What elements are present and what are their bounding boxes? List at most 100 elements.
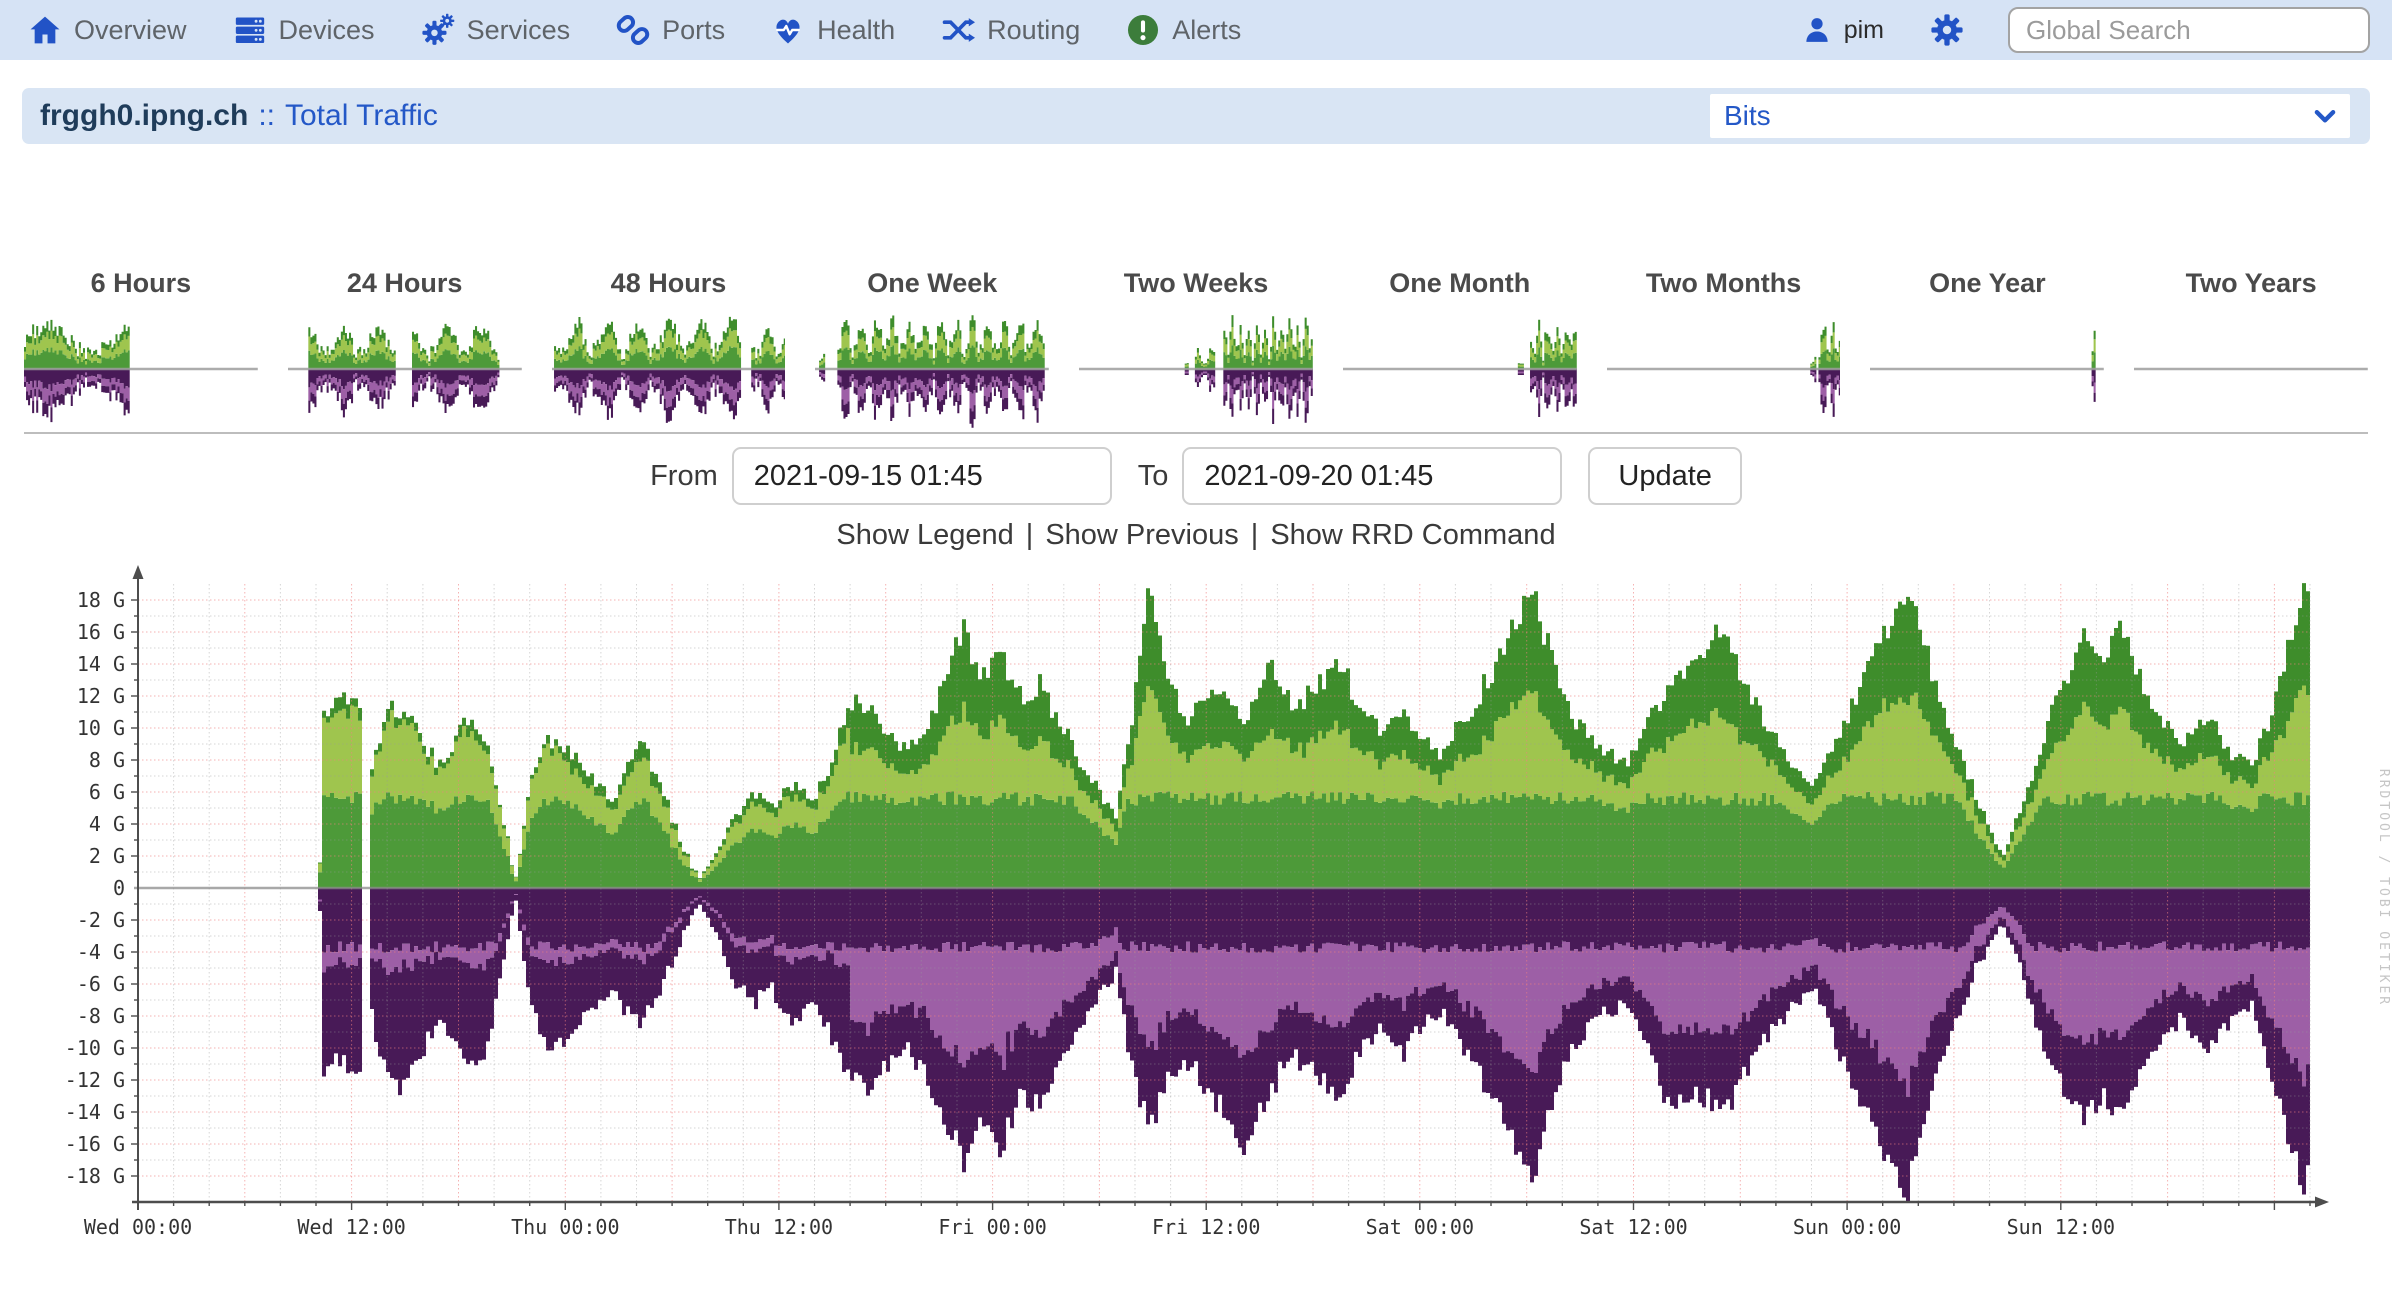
- nav-item-overview[interactable]: Overview: [28, 13, 187, 47]
- time-range-label: Two Years: [2134, 268, 2368, 299]
- graph-links-separator: |: [1251, 519, 1259, 551]
- svg-text:-18 G: -18 G: [65, 1164, 125, 1188]
- graph-title-text: frggh0.ipng.ch :: Total Traffic: [40, 99, 438, 133]
- svg-text:Wed 12:00: Wed 12:00: [297, 1215, 405, 1239]
- graph-title-bar: frggh0.ipng.ch :: Total Traffic Bits: [22, 88, 2370, 144]
- time-range-label: Two Weeks: [1079, 268, 1313, 299]
- svg-text:Sun 00:00: Sun 00:00: [1793, 1215, 1901, 1239]
- svg-text:-14 G: -14 G: [65, 1100, 125, 1124]
- nav-item-label: Overview: [74, 15, 187, 46]
- ports-icon: [616, 13, 650, 47]
- time-range-label: 6 Hours: [24, 268, 258, 299]
- svg-text:0: 0: [113, 876, 125, 900]
- nav-user[interactable]: pim: [1802, 15, 1884, 45]
- nav-item-alerts[interactable]: Alerts: [1126, 13, 1241, 47]
- traffic-graph: 18 G 16 G 14 G 12 G 10 G 8 G 6 G 4 G 2 G 0 -2 G -4 …: [0, 558, 2392, 1248]
- to-label: To: [1138, 460, 1169, 493]
- show-previous-link[interactable]: Show Previous: [1045, 519, 1238, 551]
- svg-text:6 G: 6 G: [89, 780, 125, 804]
- to-date-input[interactable]: [1182, 447, 1562, 505]
- routing-icon: [941, 13, 975, 47]
- home-icon: [28, 13, 62, 47]
- units-select[interactable]: Bits: [1710, 94, 2350, 138]
- date-range-controls: From To Update: [0, 447, 2392, 505]
- time-range-two-years[interactable]: Two Years: [2134, 268, 2368, 432]
- rrdtool-watermark: RRDTOOL / TOBI OETIKER: [2376, 769, 2391, 1007]
- user-icon: [1802, 15, 1832, 45]
- svg-text:14 G: 14 G: [77, 652, 125, 676]
- svg-text:-12 G: -12 G: [65, 1068, 125, 1092]
- time-range-label: 48 Hours: [552, 268, 786, 299]
- svg-text:Thu 12:00: Thu 12:00: [725, 1215, 833, 1239]
- svg-text:-2 G: -2 G: [77, 908, 125, 932]
- time-range-24-hours[interactable]: 24 Hours: [288, 268, 522, 432]
- nav-item-services[interactable]: Services: [421, 13, 571, 47]
- svg-text:Sat 12:00: Sat 12:00: [1579, 1215, 1687, 1239]
- svg-text:Fri 12:00: Fri 12:00: [1152, 1215, 1260, 1239]
- svg-text:16 G: 16 G: [77, 620, 125, 644]
- devices-icon: [233, 13, 267, 47]
- svg-text:-16 G: -16 G: [65, 1132, 125, 1156]
- nav-item-ports[interactable]: Ports: [616, 13, 725, 47]
- svg-text:10 G: 10 G: [77, 716, 125, 740]
- chevron-down-icon: [2312, 103, 2338, 129]
- nav-right: pim: [1802, 7, 2370, 53]
- svg-text:-8 G: -8 G: [77, 1004, 125, 1028]
- svg-text:Thu 00:00: Thu 00:00: [511, 1215, 619, 1239]
- nav-item-label: Alerts: [1172, 15, 1241, 46]
- svg-text:Fri 00:00: Fri 00:00: [938, 1215, 1046, 1239]
- time-range-label: One Year: [1870, 268, 2104, 299]
- settings-gear-icon[interactable]: [1930, 13, 1964, 47]
- svg-text:8 G: 8 G: [89, 748, 125, 772]
- graph-links-separator: |: [1026, 519, 1034, 551]
- nav-item-routing[interactable]: Routing: [941, 13, 1080, 47]
- time-range-6-hours[interactable]: 6 Hours: [24, 268, 258, 432]
- svg-text:-10 G: -10 G: [65, 1036, 125, 1060]
- time-range-label: One Month: [1343, 268, 1577, 299]
- svg-text:-4 G: -4 G: [77, 940, 125, 964]
- services-icon: [421, 13, 455, 47]
- time-range-label: One Week: [815, 268, 1049, 299]
- nav-item-health[interactable]: Health: [771, 13, 895, 47]
- svg-text:18 G: 18 G: [77, 588, 125, 612]
- nav-item-label: Routing: [987, 15, 1080, 46]
- svg-text:Sun 12:00: Sun 12:00: [2007, 1215, 2115, 1239]
- show-legend-link[interactable]: Show Legend: [836, 519, 1013, 551]
- user-name: pim: [1844, 16, 1884, 45]
- time-range-two-months[interactable]: Two Months: [1607, 268, 1841, 432]
- time-range-label: Two Months: [1607, 268, 1841, 299]
- navbar: Overview Devices Services Ports Health Routin…: [0, 0, 2392, 60]
- svg-text:Wed 00:00: Wed 00:00: [84, 1215, 192, 1239]
- graph-area: 18 G 16 G 14 G 12 G 10 G 8 G 6 G 4 G 2 G 0 -2 G -4 …: [0, 558, 2392, 1248]
- time-range-thumbnails: 6 Hours 24 Hours 48 Hours One Week Two Weeks…: [24, 268, 2368, 434]
- time-range-one-week[interactable]: One Week: [815, 268, 1049, 432]
- time-range-one-year[interactable]: One Year: [1870, 268, 2104, 432]
- nav-item-devices[interactable]: Devices: [233, 13, 375, 47]
- time-range-label: 24 Hours: [288, 268, 522, 299]
- title-separator: ::: [258, 99, 275, 133]
- svg-text:Sat 00:00: Sat 00:00: [1366, 1215, 1474, 1239]
- from-label: From: [650, 460, 718, 493]
- time-range-one-month[interactable]: One Month: [1343, 268, 1577, 432]
- show-rrd-command-link[interactable]: Show RRD Command: [1270, 519, 1555, 551]
- nav-item-label: Ports: [662, 15, 725, 46]
- from-date-input[interactable]: [732, 447, 1112, 505]
- units-select-value: Bits: [1724, 100, 1771, 132]
- update-button[interactable]: Update: [1588, 447, 1742, 505]
- device-hostname-link[interactable]: frggh0.ipng.ch: [40, 99, 248, 133]
- svg-text:-6 G: -6 G: [77, 972, 125, 996]
- nav-item-label: Services: [467, 15, 571, 46]
- graph-title-link[interactable]: Total Traffic: [285, 99, 438, 133]
- svg-text:12 G: 12 G: [77, 684, 125, 708]
- alerts-icon: [1126, 13, 1160, 47]
- time-range-48-hours[interactable]: 48 Hours: [552, 268, 786, 432]
- time-range-two-weeks[interactable]: Two Weeks: [1079, 268, 1313, 432]
- nav-menu: Overview Devices Services Ports Health Routin…: [28, 13, 1241, 47]
- nav-item-label: Health: [817, 15, 895, 46]
- graph-links: Show Legend | Show Previous | Show RRD Comma…: [0, 519, 2392, 552]
- nav-item-label: Devices: [279, 15, 375, 46]
- health-icon: [771, 13, 805, 47]
- svg-text:4 G: 4 G: [89, 812, 125, 836]
- global-search-input[interactable]: [2008, 7, 2370, 53]
- svg-text:2 G: 2 G: [89, 844, 125, 868]
